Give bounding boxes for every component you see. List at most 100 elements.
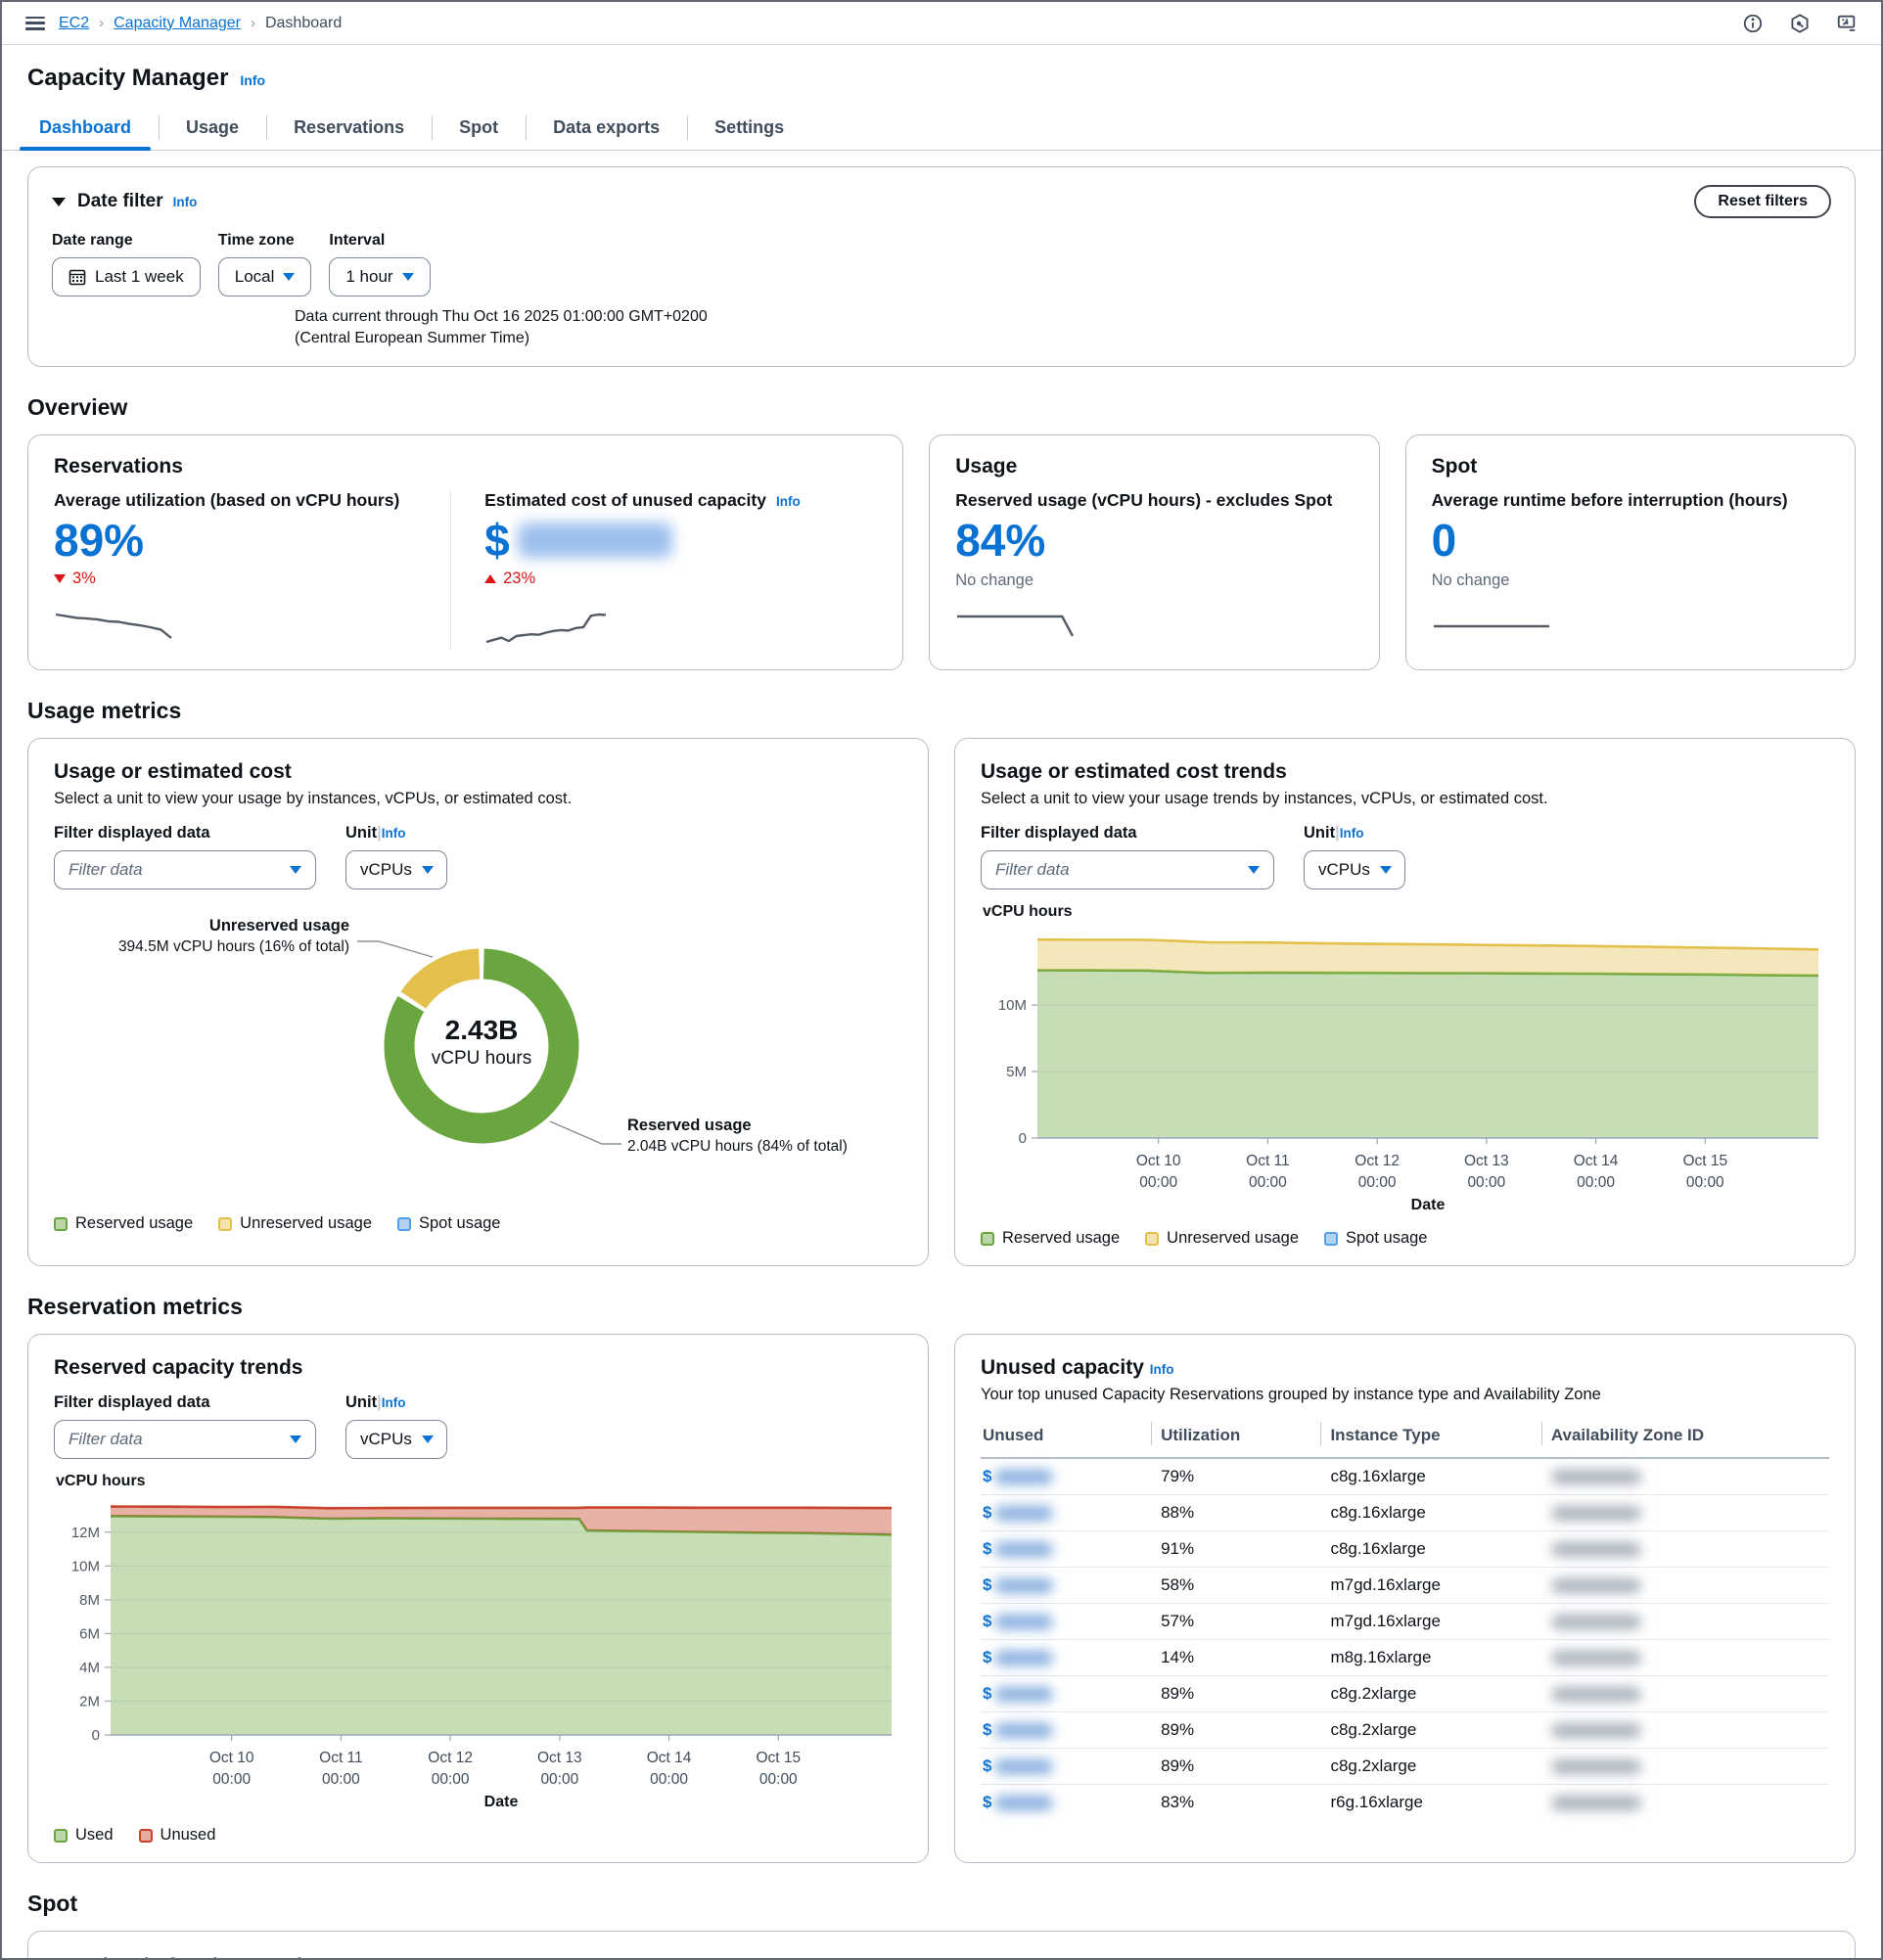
- unused-cost-link[interactable]: $: [983, 1539, 991, 1558]
- spot-runtime-value: 0: [1432, 517, 1829, 564]
- column-header-utilization[interactable]: Utilization: [1159, 1418, 1328, 1458]
- reset-filters-button[interactable]: Reset filters: [1694, 185, 1831, 218]
- reservation-metrics-heading: Reservation metrics: [27, 1294, 1856, 1320]
- legend-item-unreserved-usage[interactable]: Unreserved usage: [218, 1214, 372, 1233]
- redacted-value: [518, 523, 672, 558]
- unit-info-link[interactable]: Info: [382, 1395, 406, 1410]
- unused-cost-link[interactable]: $: [983, 1720, 991, 1739]
- feedback-icon[interactable]: [1836, 13, 1858, 34]
- breadcrumb-ec2[interactable]: EC2: [59, 15, 89, 32]
- chevron-down-icon: [422, 866, 434, 874]
- chevron-down-icon: [290, 866, 301, 874]
- spot-sparkline: [1432, 614, 1551, 639]
- table-row: $89%c8g.2xlarge: [981, 1675, 1829, 1711]
- tab-reservations[interactable]: Reservations: [266, 106, 432, 150]
- triangle-up-icon: [484, 574, 496, 583]
- filter-data-select[interactable]: Filter data: [981, 850, 1274, 889]
- unit-select[interactable]: vCPUs: [345, 1420, 447, 1459]
- unused-cost-link[interactable]: $: [983, 1575, 991, 1594]
- legend-item-unused[interactable]: Unused: [139, 1826, 216, 1845]
- unreserved-usage-callout: Unreserved usage 394.5M vCPU hours (16% …: [54, 917, 349, 956]
- unused-cost-link[interactable]: $: [983, 1612, 991, 1630]
- redacted-value: [994, 1759, 1053, 1774]
- tab-spot[interactable]: Spot: [432, 106, 526, 150]
- column-header-instance-type[interactable]: Instance Type: [1328, 1418, 1548, 1458]
- tab-data-exports[interactable]: Data exports: [526, 106, 687, 150]
- unused-cost-link[interactable]: $: [983, 1793, 991, 1811]
- usage-trends-chart: 05M10MOct 1000:00Oct 1100:00Oct 1200:00O…: [981, 921, 1829, 1221]
- az-id-cell: [1549, 1639, 1829, 1675]
- usage-donut-legend: Reserved usage Unreserved usage Spot usage: [54, 1214, 902, 1233]
- column-header-az-id[interactable]: Availability Zone ID: [1549, 1418, 1829, 1458]
- svg-text:00:00: 00:00: [432, 1771, 470, 1788]
- legend-item-spot-usage[interactable]: Spot usage: [397, 1214, 500, 1233]
- info-icon[interactable]: [1742, 13, 1764, 34]
- svg-text:Oct 15: Oct 15: [756, 1750, 801, 1766]
- legend-swatch: [981, 1232, 994, 1246]
- unused-cost-link[interactable]: $: [983, 1467, 991, 1485]
- menu-icon[interactable]: [25, 17, 45, 30]
- redacted-value: [1551, 1687, 1641, 1702]
- tab-dashboard[interactable]: Dashboard: [12, 106, 159, 150]
- time-zone-select[interactable]: Local: [218, 257, 312, 296]
- usage-card-title: Usage: [955, 455, 1353, 479]
- redacted-value: [1551, 1615, 1641, 1629]
- tab-usage[interactable]: Usage: [159, 106, 266, 150]
- redacted-value: [1551, 1542, 1641, 1557]
- legend-item-reserved-usage[interactable]: Reserved usage: [981, 1229, 1120, 1248]
- collapse-caret-icon[interactable]: [52, 198, 66, 206]
- instance-type-cell: c8g.16xlarge: [1328, 1458, 1548, 1494]
- utilization-cell: 88%: [1159, 1494, 1328, 1530]
- unused-cost-info-link[interactable]: Info: [776, 494, 801, 509]
- redacted-value: [1551, 1651, 1641, 1665]
- legend-swatch: [1145, 1232, 1159, 1246]
- avg-utilization-delta: 3%: [54, 570, 446, 588]
- filter-data-select[interactable]: Filter data: [54, 850, 316, 889]
- svg-text:8M: 8M: [79, 1592, 100, 1609]
- utilization-cell: 89%: [1159, 1675, 1328, 1711]
- table-row: $83%r6g.16xlarge: [981, 1784, 1829, 1820]
- legend-item-used[interactable]: Used: [54, 1826, 114, 1845]
- unused-cost-link[interactable]: $: [983, 1648, 991, 1666]
- unit-info-link[interactable]: Info: [1340, 826, 1364, 841]
- unit-select[interactable]: vCPUs: [1304, 850, 1405, 889]
- legend-item-spot-usage[interactable]: Spot usage: [1324, 1229, 1427, 1248]
- svg-text:0: 0: [1019, 1130, 1027, 1147]
- date-range-button[interactable]: Last 1 week: [52, 257, 201, 296]
- page-title: Capacity Manager: [27, 65, 228, 92]
- unit-label: Unit: [1304, 824, 1335, 842]
- unused-capacity-info-link[interactable]: Info: [1150, 1362, 1174, 1377]
- svg-text:Oct 14: Oct 14: [1574, 1153, 1619, 1169]
- filter-data-select[interactable]: Filter data: [54, 1420, 316, 1459]
- date-filter-info-link[interactable]: Info: [173, 195, 198, 209]
- svg-text:10M: 10M: [71, 1559, 100, 1575]
- unit-select[interactable]: vCPUs: [345, 850, 447, 889]
- tab-settings[interactable]: Settings: [687, 106, 811, 150]
- instance-type-cell: c8g.16xlarge: [1328, 1494, 1548, 1530]
- unit-info-link[interactable]: Info: [382, 826, 406, 841]
- redacted-value: [994, 1578, 1053, 1593]
- svg-text:00:00: 00:00: [1577, 1174, 1615, 1191]
- chevron-down-icon: [1248, 866, 1260, 874]
- legend-item-unreserved-usage[interactable]: Unreserved usage: [1145, 1229, 1299, 1248]
- column-header-unused[interactable]: Unused: [981, 1418, 1159, 1458]
- redacted-value: [994, 1615, 1053, 1629]
- utilization-sparkline: [54, 612, 173, 641]
- redacted-value: [994, 1470, 1053, 1484]
- breadcrumb-capacity-manager[interactable]: Capacity Manager: [114, 15, 241, 32]
- redacted-value: [994, 1687, 1053, 1702]
- unused-cost-link[interactable]: $: [983, 1756, 991, 1775]
- usage-sparkline: [955, 614, 1075, 639]
- svg-text:Date: Date: [484, 1794, 519, 1810]
- az-id-cell: [1549, 1675, 1829, 1711]
- amazon-q-icon[interactable]: [1789, 13, 1811, 34]
- legend-item-reserved-usage[interactable]: Reserved usage: [54, 1214, 193, 1233]
- unused-cost-link[interactable]: $: [983, 1503, 991, 1522]
- unused-cost-link[interactable]: $: [983, 1684, 991, 1703]
- interval-select[interactable]: 1 hour: [329, 257, 430, 296]
- svg-text:00:00: 00:00: [540, 1771, 578, 1788]
- time-zone-label: Time zone: [218, 232, 312, 250]
- usage-cost-description: Select a unit to view your usage by inst…: [54, 790, 902, 808]
- page-info-link[interactable]: Info: [240, 72, 265, 88]
- capacity-manager-page: EC2 › Capacity Manager › Dashboard Capac…: [0, 0, 1883, 1960]
